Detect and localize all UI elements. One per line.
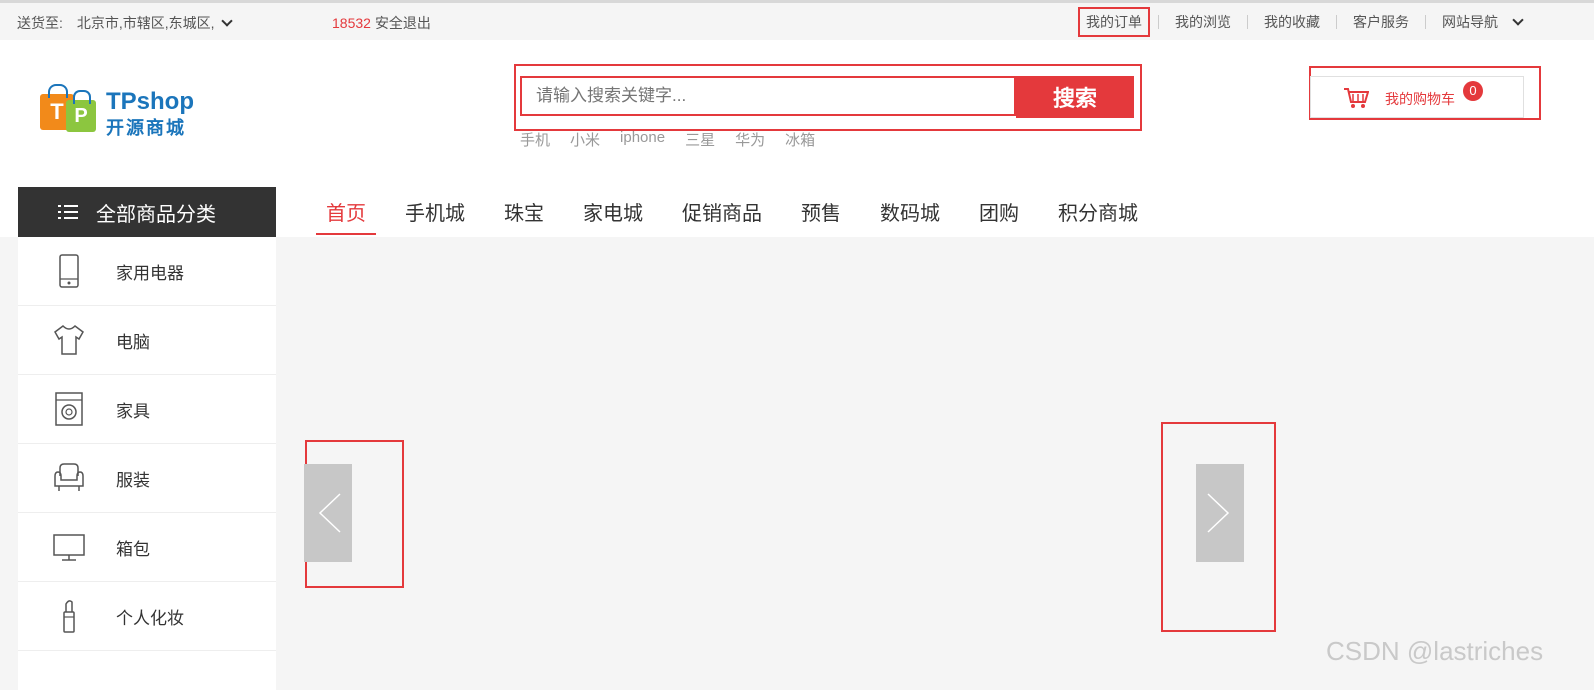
cart-count-badge: 0	[1463, 81, 1483, 101]
divider	[1425, 15, 1426, 29]
hot-word[interactable]: 小米	[570, 129, 600, 150]
ship-to[interactable]: 送货至: 北京市,市辖区,东城区,	[17, 13, 233, 33]
category-item[interactable]: 家具	[18, 375, 276, 444]
site-nav-link[interactable]: 网站导航	[1436, 9, 1504, 35]
logo-subtitle: 开源商城	[106, 118, 186, 138]
list-icon	[58, 204, 78, 220]
category-item[interactable]: 个人化妆	[18, 582, 276, 651]
tab-points-mall[interactable]: 积分商城	[1048, 187, 1148, 235]
chevron-left-icon	[318, 493, 341, 533]
washing-machine-icon	[55, 392, 83, 426]
hot-word[interactable]: 三星	[685, 129, 715, 150]
chevron-down-icon[interactable]	[220, 15, 233, 27]
category-item[interactable]: 服装	[18, 444, 276, 513]
divider	[1247, 15, 1248, 29]
phone-icon	[59, 254, 79, 288]
tab-phones[interactable]: 手机城	[395, 187, 475, 235]
category-label: 个人化妆	[116, 608, 184, 628]
hot-word[interactable]: iphone	[620, 129, 665, 150]
my-orders-link[interactable]: 我的订单	[1078, 7, 1150, 37]
chevron-down-icon[interactable]	[1512, 14, 1524, 26]
category-item[interactable]: 箱包	[18, 513, 276, 582]
category-label: 家用电器	[116, 263, 184, 283]
category-item[interactable]: 电脑	[18, 306, 276, 375]
customer-service-link[interactable]: 客户服务	[1347, 9, 1415, 35]
tab-promotions[interactable]: 促销商品	[672, 187, 772, 235]
cart-icon	[1344, 88, 1369, 108]
all-categories-button[interactable]: 全部商品分类	[18, 187, 276, 237]
carousel-prev-button[interactable]	[304, 464, 352, 562]
category-label: 箱包	[116, 539, 150, 559]
category-label: 家具	[116, 401, 150, 421]
logo[interactable]: T P TPshop 开源商城	[40, 82, 200, 138]
top-bar: 送货至: 北京市,市辖区,东城区, 18532 安全退出 我的订单 我的浏览 我的…	[0, 0, 1594, 40]
tab-presale[interactable]: 预售	[791, 187, 851, 235]
user-id[interactable]: 18532	[332, 15, 371, 31]
hot-word[interactable]: 华为	[735, 129, 765, 150]
main-nav: 首页 手机城 珠宝 家电城 促销商品 预售 数码城 团购 积分商城	[316, 187, 1167, 237]
category-sidebar: 家用电器 电脑 家具 服装 箱包 个人化妆	[18, 237, 276, 690]
my-favorites-link[interactable]: 我的收藏	[1258, 9, 1326, 35]
ship-to-label: 送货至:	[17, 15, 63, 31]
hot-words: 手机 小米 iphone 三星 华为 冰箱	[520, 129, 835, 150]
category-item[interactable]: 家用电器	[18, 237, 276, 306]
hot-word[interactable]: 手机	[520, 129, 550, 150]
carousel-next-button[interactable]	[1196, 464, 1244, 562]
tab-home[interactable]: 首页	[316, 187, 376, 235]
logo-bag-green: P	[66, 90, 96, 132]
logout-link[interactable]: 安全退出	[375, 15, 431, 31]
tab-group-buy[interactable]: 团购	[969, 187, 1029, 235]
cart-label: 我的购物车	[1385, 91, 1455, 107]
tab-digital[interactable]: 数码城	[870, 187, 950, 235]
all-categories-label: 全部商品分类	[96, 203, 216, 226]
ship-to-region[interactable]: 北京市,市辖区,东城区,	[77, 13, 215, 33]
monitor-icon	[53, 534, 85, 561]
category-label: 服装	[116, 470, 150, 490]
armchair-icon	[54, 463, 84, 491]
tab-appliances[interactable]: 家电城	[573, 187, 653, 235]
category-label: 电脑	[116, 332, 150, 352]
search-input[interactable]	[520, 76, 1016, 116]
my-history-link[interactable]: 我的浏览	[1169, 9, 1237, 35]
lipstick-icon	[63, 600, 75, 633]
divider	[1158, 15, 1159, 29]
logo-title: TPshop	[106, 88, 194, 115]
search-button[interactable]: 搜索	[1016, 76, 1134, 118]
cart-button[interactable]: 我的购物车 0	[1310, 76, 1524, 118]
tab-jewelry[interactable]: 珠宝	[494, 187, 554, 235]
chevron-right-icon	[1207, 493, 1230, 533]
shirt-icon	[54, 325, 84, 355]
top-links: 我的订单 我的浏览 我的收藏 客户服务 网站导航	[1078, 7, 1524, 37]
divider	[1336, 15, 1337, 29]
watermark: CSDN @lastriches	[1326, 636, 1544, 666]
hot-word[interactable]: 冰箱	[785, 129, 815, 150]
user-info: 18532 安全退出	[332, 13, 431, 33]
